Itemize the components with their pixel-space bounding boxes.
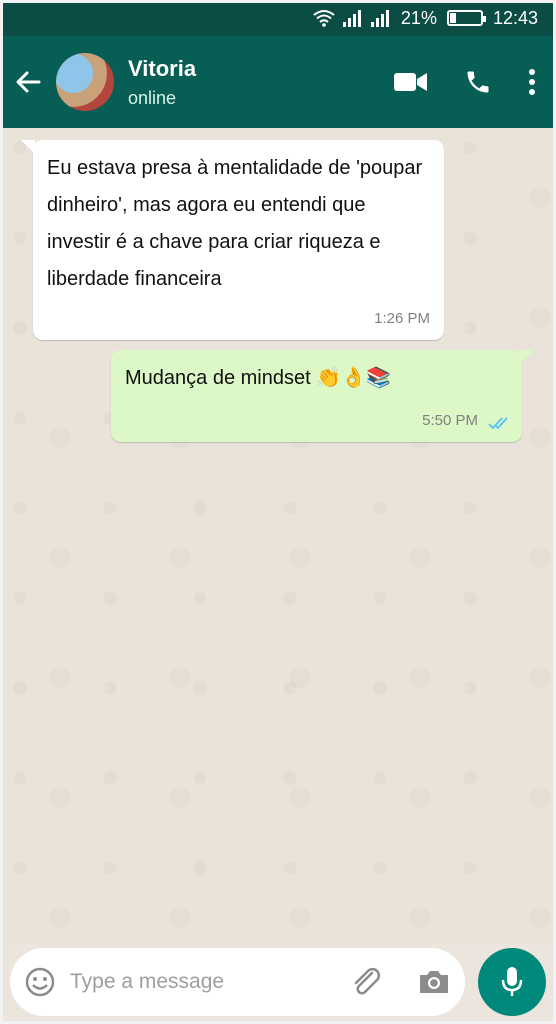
signal-icon [370,10,389,27]
back-arrow-icon [16,71,41,93]
outgoing-message[interactable]: Mudança de mindset 👏👌📚 5:50 PM [111,350,534,442]
message-placeholder: Type a message [70,970,225,993]
mic-icon [501,967,523,996]
more-icon [529,69,535,95]
mic-button[interactable] [478,948,546,1016]
avatar[interactable] [56,53,114,111]
camera-icon[interactable] [417,967,451,997]
message-text: Mudança de mindset 👏👌📚 [125,367,391,389]
chat-area[interactable]: Eu estava presa à mentalidade de 'poupar… [0,128,556,944]
emoji-icon[interactable] [24,966,56,998]
battery-percent: 21% [400,7,437,28]
message-time: 5:50 PM [422,412,478,429]
contact-info[interactable]: Vitoria online [128,56,394,109]
clock: 12:43 [492,7,538,28]
battery-icon [446,10,486,26]
message-time: 1:26 PM [374,310,430,327]
wifi-icon [313,10,335,27]
phone-icon [467,71,489,93]
double-tick-icon [488,417,508,430]
back-button[interactable] [0,71,56,93]
message-composer: Type a message [0,944,556,1024]
incoming-message[interactable]: Eu estava presa à mentalidade de 'poupar… [21,140,444,340]
signal-icon [342,10,361,27]
video-call-button[interactable] [394,71,428,93]
attach-icon[interactable] [349,965,383,999]
message-input[interactable]: Type a message [10,948,465,1016]
message-text: Eu estava presa à mentalidade de 'poupar… [47,157,423,290]
status-bar: 21% 12:43 [0,0,556,36]
contact-name: Vitoria [128,55,197,81]
status-icons [313,9,391,27]
contact-status: online [128,87,177,108]
header-actions [394,68,556,96]
voice-call-button[interactable] [464,68,492,96]
video-call-icon [394,73,427,91]
chat-header: Vitoria online [0,36,556,128]
more-options-button[interactable] [528,68,536,96]
